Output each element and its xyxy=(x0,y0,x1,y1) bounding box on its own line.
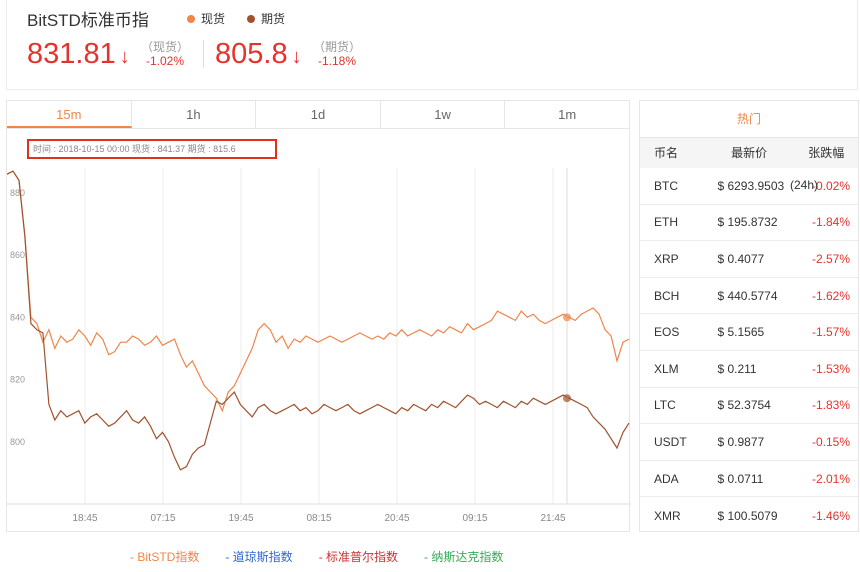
tab-1h[interactable]: 1h xyxy=(132,101,257,128)
coin-change: -1.84% xyxy=(811,215,850,230)
x-tick-label: 20:45 xyxy=(384,513,409,524)
legend-nasdaq[interactable]: - 纳斯达克指数 xyxy=(424,548,503,565)
futures-change-pct: -1.18% xyxy=(317,54,357,68)
coin-name: XRP xyxy=(654,251,679,266)
index-legend: - BitSTD指数 - 道琼斯指数 - 标准普尔指数 - 纳斯达克指数 xyxy=(130,548,503,565)
spot-change-label: （现货） xyxy=(141,40,190,54)
y-tick-label: 820 xyxy=(10,375,25,385)
spot-change: （现货） -1.02% xyxy=(141,40,189,68)
coin-price: $ 6293.9503 xyxy=(717,178,785,193)
table-row[interactable]: BTC $ 6293.9503 -0.02% (24h) xyxy=(640,168,858,205)
table-row[interactable]: XMR $ 100.5079 -1.46% xyxy=(640,497,858,534)
coin-name: BTC xyxy=(654,178,678,193)
hot-table-header: 币名 最新价 张跌幅 xyxy=(640,138,858,168)
table-row[interactable]: ETH $ 195.8732 -1.84% xyxy=(640,205,858,242)
tab-1w[interactable]: 1w xyxy=(381,101,506,128)
col-change: 张跌幅 xyxy=(808,146,845,160)
coin-name: ADA xyxy=(654,471,679,486)
tab-1d[interactable]: 1d xyxy=(256,101,381,128)
coin-change: -1.53% xyxy=(811,361,850,376)
col-coin-name: 币名 xyxy=(654,146,679,160)
price-chart[interactable]: 18:45 07:15 19:45 08:15 20:45 09:15 21:45 800 82… xyxy=(7,128,631,532)
coin-price: $ 52.3754 xyxy=(717,398,771,413)
page-title: BitSTD标准币指 xyxy=(27,11,149,30)
coin-price: $ 195.8732 xyxy=(717,215,778,230)
coin-name: ETH xyxy=(654,215,678,230)
table-row[interactable]: LTC $ 52.3754 -1.83% xyxy=(640,388,858,425)
futures-hover-marker xyxy=(563,394,571,403)
coin-price: $ 0.9877 xyxy=(717,434,765,449)
y-tick-label: 800 xyxy=(10,437,25,447)
coin-name: USDT xyxy=(654,434,687,449)
table-row[interactable]: USDT $ 0.9877 -0.15% xyxy=(640,424,858,461)
table-row[interactable]: ADA $ 0.0711 -2.01% xyxy=(640,461,858,498)
futures-series-line xyxy=(7,170,630,471)
x-tick-label: 18:45 xyxy=(72,513,97,524)
spot-down-arrow-icon: ↓ xyxy=(119,46,130,68)
table-row[interactable]: XLM $ 0.211 -1.53% xyxy=(640,351,858,388)
coin-name: BCH xyxy=(654,288,680,303)
legend-bitstd[interactable]: - BitSTD指数 xyxy=(130,548,199,565)
x-tick-label: 09:15 xyxy=(462,513,487,524)
spot-change-pct: -1.02% xyxy=(145,54,185,68)
coin-change: -1.57% xyxy=(811,325,850,340)
coin-change: -1.46% xyxy=(811,508,850,523)
chart-area[interactable]: 18:45 07:15 19:45 08:15 20:45 09:15 21:45 800 82… xyxy=(6,128,631,532)
coin-name: XMR xyxy=(654,508,681,523)
interval-tabs: 15m 1h 1d 1w 1m xyxy=(6,100,630,129)
tab-1m[interactable]: 1m xyxy=(505,101,629,128)
futures-dot-icon xyxy=(247,14,256,23)
x-tick-label: 08:15 xyxy=(306,513,331,524)
futures-price-value: 805.8 xyxy=(215,38,288,70)
coin-price: $ 5.1565 xyxy=(717,325,765,340)
spot-hover-marker xyxy=(563,313,571,322)
coin-price: $ 0.4077 xyxy=(717,251,765,266)
hot-coins-panel: 热门 币名 最新价 张跌幅 BTC $ 6293.9503 -0.02% (24h) E… xyxy=(639,100,859,532)
y-tick-label: 840 xyxy=(10,312,25,322)
coin-price: $ 100.5079 xyxy=(717,508,778,523)
coin-price: $ 0.211 xyxy=(717,361,757,376)
legend-dowjones[interactable]: - 道琼斯指数 xyxy=(225,548,292,565)
coin-change: -2.01% xyxy=(811,471,850,486)
top-legend: 现货 期货 xyxy=(187,10,285,27)
table-row[interactable]: EOS $ 5.1565 -1.57% xyxy=(640,314,858,351)
volume-label: (24h) xyxy=(790,178,819,192)
futures-change: （期货） -1.18% xyxy=(313,40,361,68)
hot-title[interactable]: 热门 xyxy=(640,101,858,138)
col-latest-price: 最新价 xyxy=(731,146,768,160)
chart-tooltip: 时间 : 2018-10-15 00:00 现货 : 841.37 期货 : 8… xyxy=(27,139,277,159)
coin-price: $ 440.5774 xyxy=(717,288,778,303)
coin-change: -2.57% xyxy=(811,251,850,266)
coin-change: -1.83% xyxy=(811,398,850,413)
hot-table-body: BTC $ 6293.9503 -0.02% (24h) ETH $ 195.8732 -1… xyxy=(640,168,858,534)
futures-price: 805.8 ↓ xyxy=(215,38,302,71)
coin-name: LTC xyxy=(654,398,676,413)
x-tick-label: 21:45 xyxy=(540,513,565,524)
futures-change-label: （期货） xyxy=(313,40,362,54)
table-row[interactable]: BCH $ 440.5774 -1.62% xyxy=(640,278,858,315)
y-tick-label: 880 xyxy=(10,188,25,198)
price-divider xyxy=(203,40,204,68)
futures-down-arrow-icon: ↓ xyxy=(291,46,302,68)
tab-15m[interactable]: 15m xyxy=(7,101,132,128)
x-tick-label: 07:15 xyxy=(150,513,175,524)
coin-name: EOS xyxy=(654,325,680,340)
legend-sp500[interactable]: - 标准普尔指数 xyxy=(319,548,398,565)
spot-price-value: 831.81 xyxy=(27,38,116,70)
table-row[interactable]: XRP $ 0.4077 -2.57% xyxy=(640,241,858,278)
coin-change: -1.62% xyxy=(811,288,850,303)
coin-change: -0.15% xyxy=(811,434,850,449)
spot-dot-icon xyxy=(187,14,195,23)
index-header: BitSTD标准币指 现货 期货 831.81 ↓ （现货） -1.02% 805… xyxy=(6,0,858,90)
legend-futures-label: 期货 xyxy=(261,12,286,26)
coin-price: $ 0.0711 xyxy=(717,471,764,486)
x-tick-label: 19:45 xyxy=(228,513,253,524)
y-tick-label: 860 xyxy=(10,250,25,260)
spot-series-line xyxy=(7,170,630,413)
legend-spot[interactable]: 现货 xyxy=(187,10,225,27)
spot-price: 831.81 ↓ xyxy=(27,38,130,71)
legend-spot-label: 现货 xyxy=(201,12,226,26)
coin-name: XLM xyxy=(654,361,679,376)
legend-futures[interactable]: 期货 xyxy=(247,10,285,27)
